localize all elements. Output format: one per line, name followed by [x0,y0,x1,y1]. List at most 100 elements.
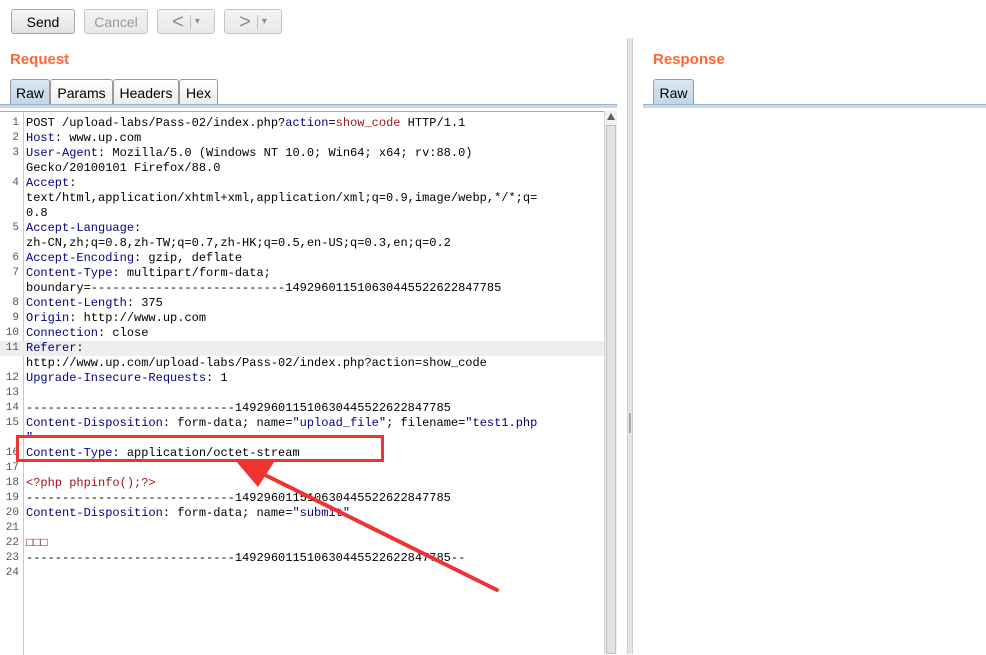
line-number: 2 [12,132,19,144]
token: Content-Length [26,296,127,310]
token: : form-data; name= [162,506,293,520]
code-line: 2 Host: www.up.com [0,131,604,146]
scroll-up-icon[interactable] [607,113,615,120]
token: zh-CN,zh;q=0.8,zh-TW;q=0.7,zh-HK;q=0.5,e… [26,236,451,250]
line-text: Content-Length: 375 [26,296,163,311]
forward-dropdown-icon[interactable]: ▾ [256,14,267,29]
code-line: 4 Accept: [0,176,604,191]
code-line: 13 [0,386,604,401]
token: : multipart/form-data; [112,266,271,280]
line-text: <?php phpinfo();?> [26,476,156,491]
token: "upload_file" [292,416,387,430]
code-line: 14 -----------------------------149296011… [0,401,604,416]
panel-splitter[interactable] [627,38,633,654]
line-text: http://www.up.com/upload-labs/Pass-02/in… [26,356,487,371]
request-tab-underline [0,104,617,108]
forward-button[interactable]: > ▾ [224,9,282,34]
line-text: Host: www.up.com [26,131,141,146]
line-number: 21 [5,522,19,534]
forward-arrow-icon: > [239,10,251,33]
line-number: 4 [12,177,19,189]
code-line: 21 [0,521,604,536]
line-text: Accept-Encoding: gzip, deflate [26,251,242,266]
token: : gzip, deflate [134,251,243,265]
tab-raw[interactable]: Raw [10,79,50,105]
code-line: 23 -----------------------------149296011… [0,551,604,566]
back-button[interactable]: < ▾ [157,9,215,34]
line-text: Accept: [26,176,76,191]
code-line: 11 Referer: [0,341,604,356]
token: : www.up.com [54,131,142,145]
line-number: 14 [5,402,19,414]
line-text: Gecko/20100101 Firefox/88.0 [26,161,220,176]
line-text: Connection: close [26,326,148,341]
splitter-grip-icon[interactable] [629,413,631,433]
line-text: -----------------------------14929601151… [26,491,451,506]
token: ; filename= [386,416,466,430]
request-lines: 1 POST /upload-labs/Pass-02/index.php?act… [0,116,604,581]
code-line: 18 <?php phpinfo();?> [0,476,604,491]
token: http://www.up.com/upload-labs/Pass-02/in… [26,356,487,370]
tab-hex[interactable]: Hex [179,79,218,105]
scrollbar-thumb[interactable] [606,125,616,654]
token: Referer [26,341,77,355]
line-number: 8 [12,297,19,309]
line-text: -----------------------------14929601151… [26,551,465,566]
code-line: Gecko/20100101 Firefox/88.0 [0,161,604,176]
token: Accept-Language [26,221,135,235]
line-text: zh-CN,zh;q=0.8,zh-TW;q=0.7,zh-HK;q=0.5,e… [26,236,451,251]
code-line: http://www.up.com/upload-labs/Pass-02/in… [0,356,604,371]
back-arrow-icon: < [172,10,184,33]
request-scrollbar[interactable] [604,111,617,654]
token: = [328,116,336,130]
back-dropdown-icon[interactable]: ▾ [189,14,200,29]
token: Gecko/20100101 Firefox/88.0 [26,161,221,175]
line-number: 9 [12,312,19,324]
line-number: 20 [5,507,19,519]
token: "submit" [292,506,351,520]
code-line: 15 Content-Disposition: form-data; name="… [0,416,604,431]
token: action [285,116,329,130]
token: show_code [335,116,401,130]
send-button[interactable]: Send [11,9,75,34]
code-line: text/html,application/xhtml+xml,applicat… [0,191,604,206]
code-line: 3 User-Agent: Mozilla/5.0 (Windows NT 10.… [0,146,604,161]
code-line: 6 Accept-Encoding: gzip, deflate [0,251,604,266]
line-number: 6 [12,252,19,264]
toolbar: Send Cancel < ▾ > ▾ [0,0,986,44]
token: Content-Disposition [26,506,163,520]
response-title: Response [653,51,725,68]
code-line: 5 Accept-Language: [0,221,604,236]
line-number: 18 [5,477,19,489]
token: : [76,341,84,355]
line-number: 19 [5,492,19,504]
tab-headers[interactable]: Headers [113,79,179,105]
code-line: 20 Content-Disposition: form-data; name="… [0,506,604,521]
request-editor[interactable]: 1 POST /upload-labs/Pass-02/index.php?act… [0,111,604,655]
code-line: 9 Origin: http://www.up.com [0,311,604,326]
code-line: 0.8 [0,206,604,221]
code-line: 24 [0,566,604,581]
line-text: Upgrade-Insecure-Requests: 1 [26,371,228,386]
line-text: text/html,application/xhtml+xml,applicat… [26,191,537,206]
token: Accept [26,176,70,190]
token: -----------------------------14929601151… [26,401,451,415]
token: Content-Disposition [26,416,163,430]
tab-params[interactable]: Params [50,79,113,105]
token: □□□ [26,536,48,550]
line-number: 1 [12,117,19,129]
line-number: 10 [5,327,19,339]
line-number: 11 [5,342,19,354]
code-line: 10 Connection: close [0,326,604,341]
token: Connection [26,326,99,340]
token: boundary=---------------------------1492… [26,281,502,295]
line-text: Origin: http://www.up.com [26,311,206,326]
token: <?php phpinfo();?> [26,476,156,490]
token: Upgrade-Insecure-Requests [26,371,207,385]
cancel-button[interactable]: Cancel [84,9,148,34]
line-number: 17 [5,462,19,474]
line-text: □□□ [26,536,48,551]
response-editor[interactable] [643,108,986,654]
token: : 1 [206,371,228,385]
response-tab-raw[interactable]: Raw [653,79,694,105]
